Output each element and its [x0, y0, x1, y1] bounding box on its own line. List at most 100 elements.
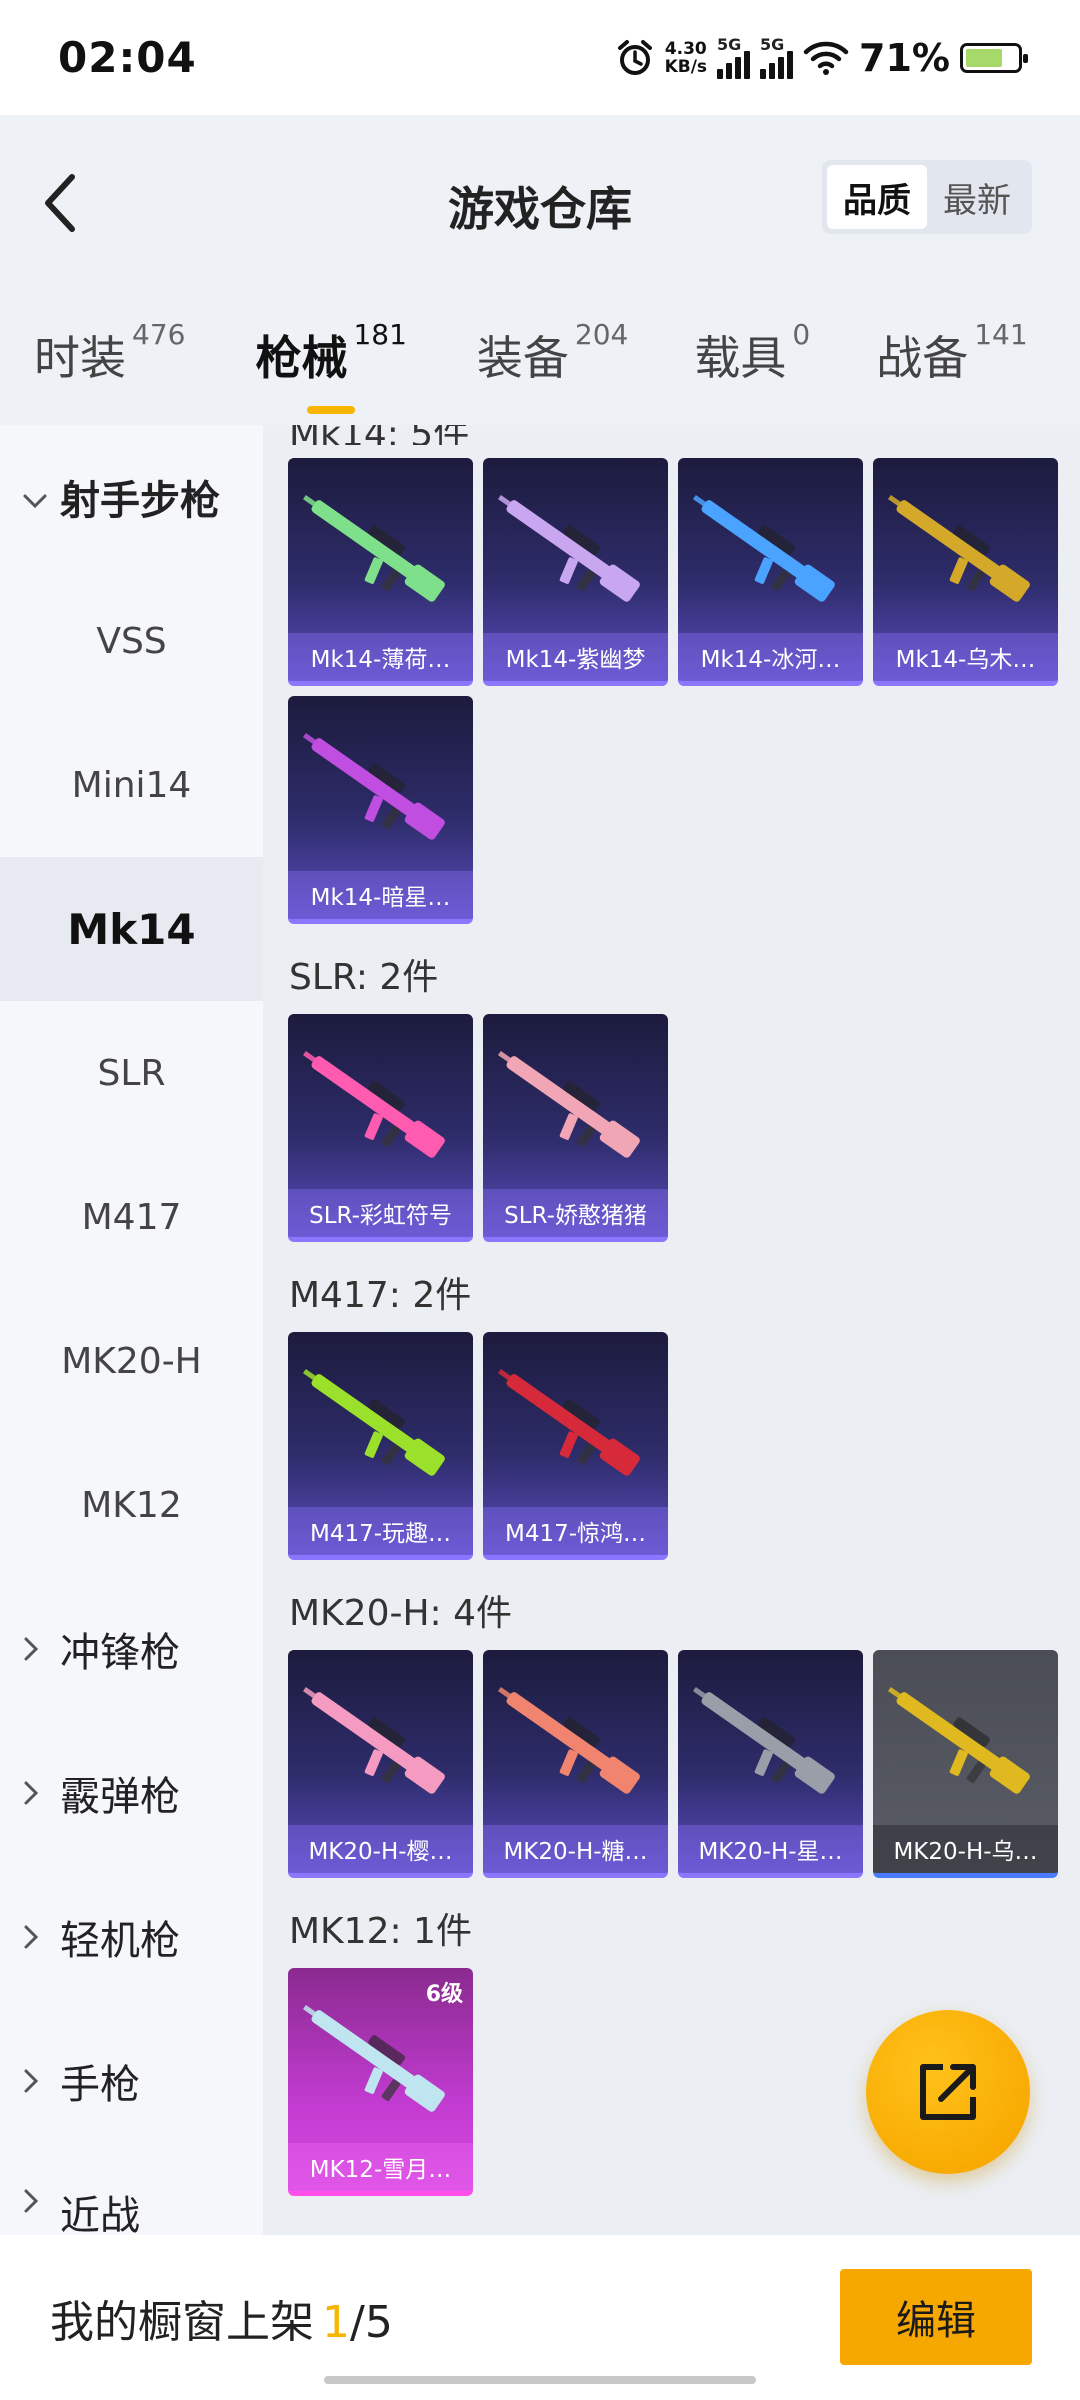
skin-name: SLR-彩虹符号: [288, 1189, 473, 1237]
weapon-skin-image: [497, 1368, 640, 1476]
alarm-icon: [615, 38, 655, 78]
weapon-skin-image: [302, 1050, 445, 1158]
signal-icon-sim2: 5G: [760, 35, 794, 79]
network-speed: 4.30 KB/s: [664, 38, 708, 77]
chevron-right-icon: [22, 1914, 40, 1960]
sort-option-newest[interactable]: 最新: [927, 165, 1027, 229]
skin-name: M417-惊鸿…: [483, 1507, 668, 1555]
weapon-skin-image: [692, 494, 835, 602]
sidebar-group-lmg[interactable]: 轻机枪: [0, 1865, 263, 2009]
section-title-mk14: Mk14: 5件: [263, 425, 1080, 445]
skin-card[interactable]: SLR-娇憨猪猪: [483, 1014, 668, 1242]
signal-icon-sim1: 5G: [717, 35, 751, 79]
page-header: 游戏仓库 品质 最新: [0, 115, 1080, 285]
skin-card[interactable]: MK20-H-乌…: [873, 1650, 1058, 1878]
home-indicator: [324, 2376, 756, 2384]
showcase-bar: 我的橱窗上架 1 /5 编辑: [0, 2235, 1080, 2400]
skin-grid-m417: M417-玩趣… M417-惊鸿…: [263, 1332, 1080, 1560]
sidebar-group-marksman-rifles[interactable]: 射手步枪: [0, 425, 263, 569]
skin-card[interactable]: MK20-H-星…: [678, 1650, 863, 1878]
skin-name: MK20-H-乌…: [873, 1825, 1058, 1873]
skin-card[interactable]: Mk14-暗星…: [288, 696, 473, 924]
tab-battle-gear[interactable]: 战备 141: [876, 318, 1027, 388]
sidebar-item-m417[interactable]: M417: [0, 1145, 263, 1289]
skin-card[interactable]: Mk14-薄荷…: [288, 458, 473, 686]
status-bar: 02:04 4.30 KB/s 5G 5G 71%: [0, 0, 1080, 115]
sort-toggle: 品质 最新: [822, 160, 1032, 234]
sidebar-item-mini14[interactable]: Mini14: [0, 713, 263, 857]
skin-name: MK20-H-星…: [678, 1825, 863, 1873]
skin-card[interactable]: Mk14-乌木…: [873, 458, 1058, 686]
sidebar-group-shotgun[interactable]: 霰弹枪: [0, 1721, 263, 1865]
skin-card[interactable]: MK20-H-樱…: [288, 1650, 473, 1878]
tab-outfits[interactable]: 时装 476: [34, 318, 185, 388]
skin-name: M417-玩趣…: [288, 1507, 473, 1555]
skin-card[interactable]: Mk14-冰河…: [678, 458, 863, 686]
share-external-icon: [920, 2064, 976, 2120]
weapon-skin-list: Mk14: 5件 Mk14-薄荷…Mk14-紫幽梦Mk14-冰河…Mk14-乌木…: [263, 425, 1080, 2235]
sidebar-item-mk20h[interactable]: MK20-H: [0, 1289, 263, 1433]
showcase-status: 我的橱窗上架 1 /5: [50, 2296, 393, 2348]
skin-card[interactable]: MK20-H-糖…: [483, 1650, 668, 1878]
weapon-skin-image: [302, 2004, 445, 2112]
sidebar-group-smg[interactable]: 冲锋枪: [0, 1577, 263, 1721]
skin-grid-slr: SLR-彩虹符号 SLR-娇憨猪猪: [263, 1014, 1080, 1242]
sidebar-group-pistol[interactable]: 手枪: [0, 2009, 263, 2153]
skin-level-badge: 6级: [425, 1982, 463, 2007]
category-tabs: 时装 476 枪械 181 装备 204 载具 0 战备 141: [0, 285, 1080, 425]
weapon-skin-image: [302, 494, 445, 602]
chevron-right-icon: [22, 1770, 40, 1816]
wifi-icon: [803, 40, 849, 76]
chevron-right-icon: [22, 1626, 40, 1672]
section-title-slr: SLR: 2件: [289, 957, 439, 998]
tab-firearms[interactable]: 枪械 181: [255, 318, 407, 414]
tab-equipment[interactable]: 装备 204: [477, 318, 628, 388]
skin-card[interactable]: Mk14-紫幽梦: [483, 458, 668, 686]
weapon-skin-image: [497, 1686, 640, 1794]
section-title-mk20h: MK20-H: 4件: [289, 1593, 513, 1634]
skin-card[interactable]: M417-玩趣…: [288, 1332, 473, 1560]
skin-name: MK12-雪月…: [288, 2143, 473, 2191]
battery-icon: [960, 42, 1028, 73]
chevron-down-icon: [22, 474, 48, 520]
tab-vehicles[interactable]: 载具 0: [694, 318, 810, 388]
chevron-right-icon: [22, 2178, 40, 2224]
skin-name: SLR-娇憨猪猪: [483, 1189, 668, 1237]
weapon-skin-image: [887, 494, 1030, 602]
weapon-type-sidebar: 射手步枪 VSS Mini14 Mk14 SLR M417 MK20-H MK1…: [0, 425, 263, 2235]
chevron-right-icon: [22, 2058, 40, 2104]
status-time: 02:04: [58, 33, 197, 82]
skin-name: Mk14-乌木…: [873, 633, 1058, 681]
skin-grid-mk14: Mk14-薄荷… Mk14-紫幽梦 Mk14-冰河… Mk14-乌木… Mk14-暗星…: [263, 458, 1080, 924]
skin-card[interactable]: SLR-彩虹符号: [288, 1014, 473, 1242]
active-tab-indicator: [307, 406, 356, 414]
share-button[interactable]: [866, 2010, 1030, 2174]
skin-name: Mk14-冰河…: [678, 633, 863, 681]
skin-card[interactable]: M417-惊鸿…: [483, 1332, 668, 1560]
weapon-skin-image: [497, 1050, 640, 1158]
status-icons: 4.30 KB/s 5G 5G 71%: [615, 35, 1028, 80]
skin-name: MK20-H-樱…: [288, 1825, 473, 1873]
sidebar-item-mk14[interactable]: Mk14: [0, 857, 263, 1001]
skin-name: Mk14-暗星…: [288, 871, 473, 919]
section-title-mk12: MK12: 1件: [289, 1911, 472, 1952]
sidebar-item-vss[interactable]: VSS: [0, 569, 263, 713]
section-title-m417: M417: 2件: [289, 1275, 472, 1316]
skin-name: MK20-H-糖…: [483, 1825, 668, 1873]
weapon-skin-image: [692, 1686, 835, 1794]
skin-grid-mk20h: MK20-H-樱… MK20-H-糖… MK20-H-星… MK20-H-乌…: [263, 1650, 1080, 1878]
weapon-skin-image: [302, 1686, 445, 1794]
weapon-skin-image: [497, 494, 640, 602]
weapon-skin-image: [302, 732, 445, 840]
battery-percent: 71%: [859, 35, 950, 80]
sidebar-item-mk12[interactable]: MK12: [0, 1433, 263, 1577]
skin-card[interactable]: 6级 MK12-雪月…: [288, 1968, 473, 2196]
skin-name: Mk14-紫幽梦: [483, 633, 668, 681]
weapon-skin-image: [887, 1686, 1030, 1794]
weapon-skin-image: [302, 1368, 445, 1476]
sort-option-quality[interactable]: 品质: [827, 165, 927, 229]
sidebar-item-slr[interactable]: SLR: [0, 1001, 263, 1145]
skin-name: Mk14-薄荷…: [288, 633, 473, 681]
sidebar-group-melee[interactable]: 近战: [0, 2153, 263, 2235]
edit-button[interactable]: 编辑: [840, 2269, 1032, 2365]
